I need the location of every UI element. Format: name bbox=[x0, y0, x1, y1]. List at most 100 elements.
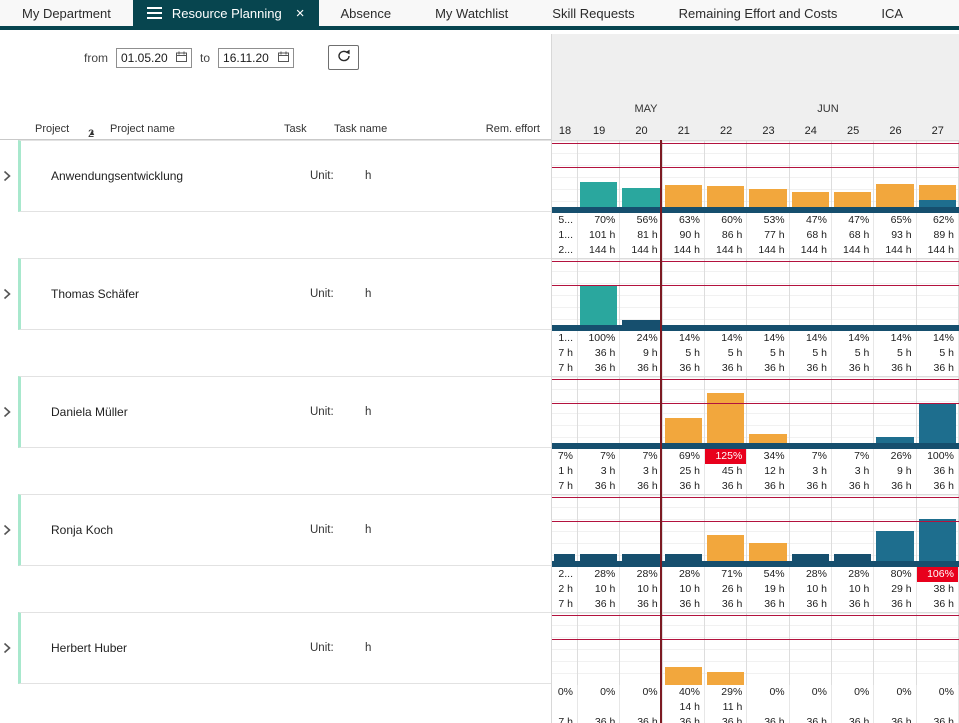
header-rem-effort[interactable]: Rem. effort bbox=[486, 123, 540, 135]
expand-chevron-icon[interactable] bbox=[3, 405, 11, 423]
value-cell: 14% bbox=[874, 331, 916, 346]
value-cell: 9 h bbox=[620, 346, 662, 361]
tab-my-watchlist[interactable]: My Watchlist bbox=[413, 0, 530, 26]
tab-ica[interactable]: ICA bbox=[859, 0, 925, 26]
expand-chevron-icon[interactable] bbox=[3, 169, 11, 187]
value-cell: 7% bbox=[790, 449, 832, 464]
header-task[interactable]: Task bbox=[284, 123, 307, 135]
value-cell: 47% bbox=[832, 213, 874, 228]
project-row: Herbert HuberUnit:h bbox=[0, 612, 551, 723]
tab-absence[interactable]: Absence bbox=[319, 0, 414, 26]
chart-column bbox=[620, 259, 662, 331]
value-cell: 36 h bbox=[705, 597, 747, 612]
value-cell: 36 h bbox=[663, 361, 705, 376]
expand-chevron-icon[interactable] bbox=[3, 641, 11, 659]
value-cell: 7 h bbox=[552, 479, 578, 494]
expand-chevron-icon[interactable] bbox=[3, 287, 11, 305]
calendar-icon[interactable] bbox=[176, 51, 187, 65]
value-cell: 144 h bbox=[578, 243, 620, 258]
unit-label: Unit: bbox=[310, 288, 334, 300]
value-cell: 5 h bbox=[874, 346, 916, 361]
capacity-limit-line bbox=[552, 143, 959, 144]
expand-chevron-icon[interactable] bbox=[3, 523, 11, 541]
value-cell: 3 h bbox=[832, 464, 874, 479]
chart-column bbox=[790, 377, 832, 449]
refresh-button[interactable] bbox=[328, 45, 359, 70]
tab-label: My Watchlist bbox=[435, 6, 508, 21]
value-cell: 36 h bbox=[747, 479, 789, 494]
project-card[interactable]: Herbert HuberUnit:h bbox=[18, 612, 551, 684]
value-cell: 36 h bbox=[705, 479, 747, 494]
value-cell: 7% bbox=[620, 449, 662, 464]
project-card[interactable]: AnwendungsentwicklungUnit:h bbox=[18, 140, 551, 212]
value-cell: 5 h bbox=[747, 346, 789, 361]
value-cell: 36 h bbox=[578, 361, 620, 376]
chart-column bbox=[747, 613, 789, 685]
value-cell: 36 h bbox=[790, 361, 832, 376]
tab-remaining-effort-and-costs[interactable]: Remaining Effort and Costs bbox=[657, 0, 860, 26]
chart-column bbox=[790, 613, 832, 685]
chart-column bbox=[832, 259, 874, 331]
hours-row: 14 h11 h bbox=[552, 700, 959, 715]
capacity-limit-line bbox=[552, 379, 959, 380]
value-cell: 144 h bbox=[705, 243, 747, 258]
value-cell: 10 h bbox=[663, 582, 705, 597]
unit-label: Unit: bbox=[310, 406, 334, 418]
utilization-chart bbox=[552, 495, 959, 567]
value-cell: 70% bbox=[578, 213, 620, 228]
tab-resource-planning[interactable]: Resource Planning× bbox=[133, 0, 319, 26]
unit-value: h bbox=[365, 288, 371, 300]
header-project-name[interactable]: Project name bbox=[110, 123, 175, 135]
date-range-filter: from 01.05.20 to 16.11.20 bbox=[84, 45, 359, 70]
value-cell: 5 h bbox=[917, 346, 959, 361]
chart-column bbox=[832, 613, 874, 685]
value-cell: 38 h bbox=[917, 582, 959, 597]
project-card[interactable]: Daniela MüllerUnit:h bbox=[18, 376, 551, 448]
hundred-percent-line bbox=[552, 167, 959, 168]
hundred-percent-line bbox=[552, 639, 959, 640]
sort-arrow-icon: ▲ bbox=[88, 128, 96, 137]
value-cell: 68 h bbox=[832, 228, 874, 243]
header-task-name[interactable]: Task name bbox=[334, 123, 387, 135]
value-cell: 144 h bbox=[832, 243, 874, 258]
from-date-input[interactable]: 01.05.20 bbox=[116, 48, 192, 68]
chart-column bbox=[552, 141, 578, 213]
project-card[interactable]: Thomas SchäferUnit:h bbox=[18, 258, 551, 330]
close-tab-icon[interactable]: × bbox=[296, 6, 305, 21]
value-cell: 29 h bbox=[874, 582, 916, 597]
unit-value: h bbox=[365, 170, 371, 182]
calendar-icon[interactable] bbox=[278, 51, 289, 65]
tab-my-department[interactable]: My Department bbox=[0, 0, 133, 26]
tab-skill-requests[interactable]: Skill Requests bbox=[530, 0, 656, 26]
value-cell: 90 h bbox=[663, 228, 705, 243]
value-cell: 36 h bbox=[578, 479, 620, 494]
orange-bar bbox=[665, 667, 702, 685]
value-cell: 36 h bbox=[747, 361, 789, 376]
timeline-row: 2...28%28%28%71%54%28%28%80%106%2 h10 h1… bbox=[552, 494, 959, 612]
value-cell: 36 h bbox=[917, 479, 959, 494]
value-cell: 2... bbox=[552, 243, 578, 258]
value-cell: 144 h bbox=[790, 243, 832, 258]
value-cell: 80% bbox=[874, 567, 916, 582]
hundred-percent-line bbox=[552, 403, 959, 404]
week-label: 18 bbox=[552, 125, 578, 137]
value-cell: 14% bbox=[747, 331, 789, 346]
value-cell: 93 h bbox=[874, 228, 916, 243]
to-date-input[interactable]: 16.11.20 bbox=[218, 48, 294, 68]
timeline-row: 7%7%7%69%125%34%7%7%26%100%1 h3 h3 h25 h… bbox=[552, 376, 959, 494]
project-card[interactable]: Ronja KochUnit:h bbox=[18, 494, 551, 566]
value-cell: 36 h bbox=[832, 479, 874, 494]
timeline-row: 1...100%24%14%14%14%14%14%14%14%7 h36 h9… bbox=[552, 258, 959, 376]
blue-bar bbox=[919, 519, 956, 567]
value-cell: 63% bbox=[663, 213, 705, 228]
utilization-chart bbox=[552, 141, 959, 213]
value-cell: 36 h bbox=[917, 597, 959, 612]
value-cell: 14 h bbox=[663, 700, 705, 715]
chart-column bbox=[578, 495, 620, 567]
value-cell: 10 h bbox=[790, 582, 832, 597]
hundred-percent-line bbox=[552, 521, 959, 522]
project-row: Ronja KochUnit:h bbox=[0, 494, 551, 612]
value-cell: 36 h bbox=[790, 715, 832, 723]
value-cell: 36 h bbox=[832, 597, 874, 612]
header-project[interactable]: Project bbox=[35, 123, 69, 135]
